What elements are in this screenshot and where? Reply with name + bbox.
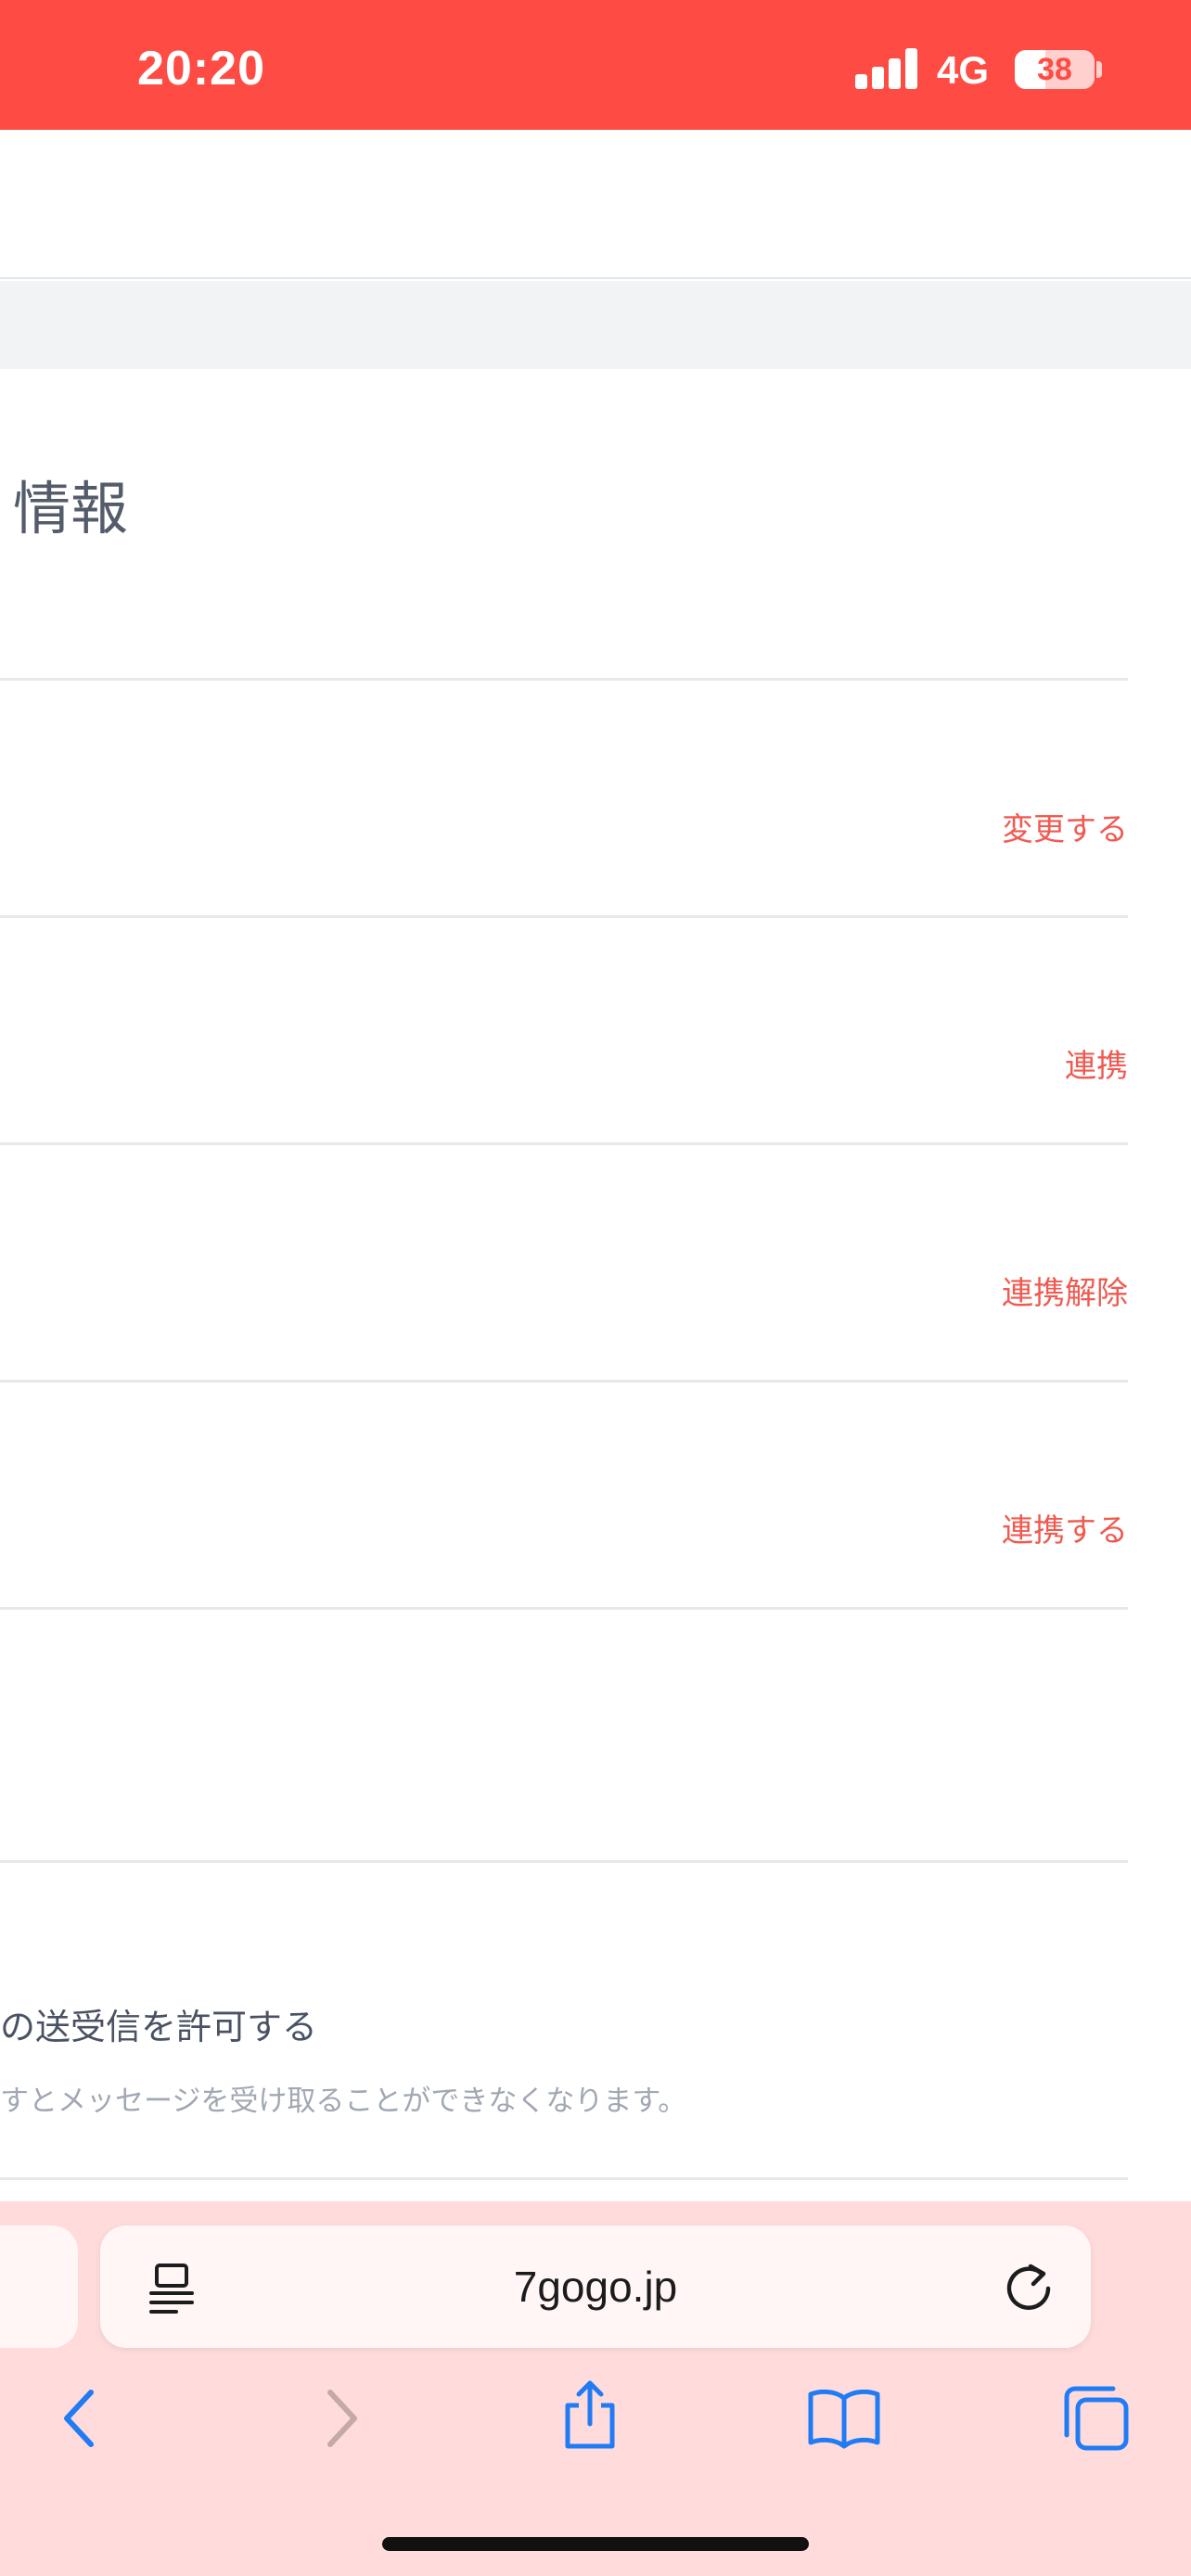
network-type: 4G [937, 48, 990, 92]
home-indicator[interactable] [382, 2537, 809, 2551]
message-permission-label[interactable]: の送受信を許可する [0, 1998, 317, 2049]
status-time: 20:20 [137, 42, 265, 96]
row-divider [0, 1380, 1128, 1383]
status-bar: 20:20 4G 38 [0, 0, 1191, 130]
reload-icon[interactable] [1002, 2261, 1056, 2315]
connect-button[interactable]: 連携する [1002, 1505, 1128, 1550]
row-divider [0, 2177, 1128, 2180]
tabs-icon[interactable] [1059, 2381, 1133, 2455]
header-area [0, 130, 1191, 279]
battery-icon: 38 [1015, 50, 1095, 89]
previous-tab-pill[interactable] [0, 2225, 78, 2348]
section-separator-band [0, 281, 1191, 369]
change-button[interactable]: 変更する [1002, 804, 1128, 849]
cellular-signal-icon [855, 48, 918, 89]
book-icon[interactable] [807, 2381, 881, 2455]
address-bar[interactable]: 7gogo.jp [100, 2225, 1091, 2348]
row-divider [0, 1142, 1128, 1145]
battery-cap [1096, 61, 1102, 78]
forward-arrow-icon[interactable] [302, 2381, 377, 2455]
row-divider [0, 1860, 1128, 1863]
back-arrow-icon[interactable] [45, 2381, 119, 2455]
battery-level: 38 [1037, 52, 1072, 87]
section-title: 情報 [13, 475, 129, 542]
share-icon[interactable] [553, 2378, 627, 2452]
link-button[interactable]: 連携 [1065, 1040, 1128, 1086]
row-divider [0, 915, 1128, 918]
address-text: 7gogo.jp [513, 2263, 678, 2311]
row-divider [0, 1607, 1128, 1610]
message-permission-note: すとメッセージを受け取ることができなくなります。 [0, 2085, 687, 2118]
unlink-button[interactable]: 連携解除 [1002, 1268, 1128, 1313]
row-divider [0, 678, 1128, 681]
